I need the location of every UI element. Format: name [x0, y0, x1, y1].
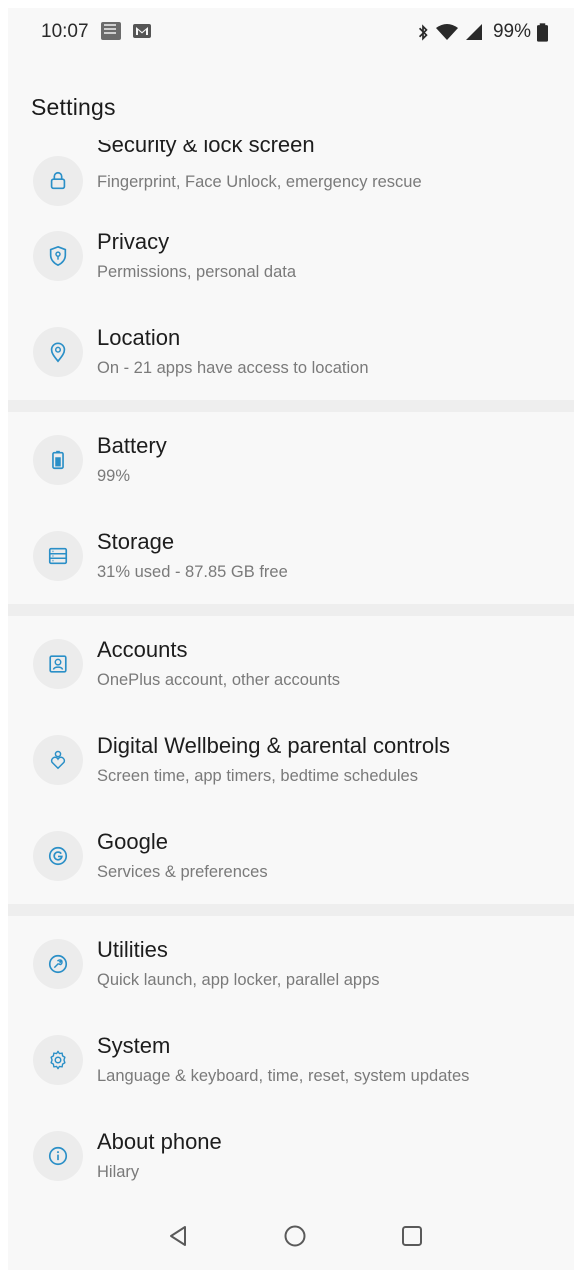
icon-container [33, 327, 83, 377]
section-divider [8, 604, 574, 616]
icon-container [33, 435, 83, 485]
item-subtitle: Services & preferences [97, 863, 268, 881]
settings-item-utilities[interactable]: Utilities Quick launch, app locker, para… [8, 916, 574, 1012]
storage-icon [48, 547, 68, 565]
item-subtitle: Quick launch, app locker, parallel apps [97, 971, 380, 989]
status-bar: 10:07 99% [8, 8, 574, 56]
item-subtitle: Fingerprint, Face Unlock, emergency resc… [97, 173, 422, 191]
cellular-signal-icon [465, 24, 482, 40]
utilities-icon [48, 954, 68, 974]
item-title: Storage [97, 529, 175, 554]
item-title: Google [97, 829, 168, 854]
item-subtitle: On - 21 apps have access to location [97, 359, 369, 377]
recent-apps-button-icon[interactable] [398, 1222, 426, 1250]
back-button-icon[interactable] [165, 1222, 193, 1250]
settings-item-location[interactable]: Location On - 21 apps have access to loc… [8, 304, 574, 400]
account-icon [49, 655, 67, 673]
icon-container [33, 1035, 83, 1085]
item-title: Location [97, 325, 181, 350]
battery-percentage: 99% [492, 21, 531, 42]
navigation-bar [8, 1206, 574, 1270]
status-indicators: 99% [417, 21, 548, 43]
item-subtitle: Permissions, personal data [97, 263, 297, 281]
item-title: Battery [97, 433, 167, 458]
settings-screen: 10:07 99% Settings Security & lock scree… [8, 8, 574, 1270]
item-title: System [97, 1033, 171, 1058]
item-subtitle: Hilary [97, 1163, 140, 1181]
weather-channel-notification-icon [101, 22, 121, 40]
shield-icon [49, 245, 67, 267]
page-title: Settings [31, 94, 116, 120]
info-icon [48, 1146, 68, 1166]
item-title: Accounts [97, 637, 188, 662]
icon-container [33, 1131, 83, 1181]
item-subtitle: OnePlus account, other accounts [97, 671, 341, 689]
settings-item-privacy[interactable]: Privacy Permissions, personal data [8, 208, 574, 304]
item-subtitle: Language & keyboard, time, reset, system… [97, 1067, 470, 1085]
section-divider [8, 400, 574, 412]
icon-container [33, 531, 83, 581]
lock-icon [50, 171, 66, 190]
google-icon [48, 846, 68, 866]
settings-item-google[interactable]: Google Services & preferences [8, 808, 574, 904]
icon-container [33, 831, 83, 881]
item-title: About phone [97, 1129, 222, 1154]
item-title: Digital Wellbeing & parental controls [97, 733, 450, 758]
settings-item-storage[interactable]: Storage 31% used - 87.85 GB free [8, 508, 574, 604]
battery-status-icon [537, 22, 548, 42]
item-title: Utilities [97, 937, 168, 962]
settings-item-security[interactable]: Security & lock screen Fingerprint, Face… [8, 140, 574, 208]
gear-icon [50, 1050, 66, 1070]
status-time: 10:07 [41, 21, 89, 42]
settings-item-accounts[interactable]: Accounts OnePlus account, other accounts [8, 616, 574, 712]
item-subtitle: 31% used - 87.85 GB free [97, 563, 288, 581]
item-title: Security & lock screen [97, 140, 315, 157]
bluetooth-icon [418, 23, 428, 41]
gmail-notification-icon [132, 22, 152, 40]
settings-item-about-phone[interactable]: About phone Hilary [8, 1108, 574, 1204]
icon-container [33, 735, 83, 785]
home-button-icon[interactable] [281, 1222, 309, 1250]
settings-item-battery[interactable]: Battery 99% [8, 412, 574, 508]
icon-container [33, 639, 83, 689]
battery-icon [52, 450, 64, 470]
item-title: Privacy [97, 229, 170, 254]
item-subtitle: Screen time, app timers, bedtime schedul… [97, 767, 418, 785]
item-subtitle: 99% [97, 467, 131, 485]
settings-item-system[interactable]: System Language & keyboard, time, reset,… [8, 1012, 574, 1108]
section-divider [8, 904, 574, 916]
wifi-icon [435, 24, 458, 40]
icon-container [33, 231, 83, 281]
location-pin-icon [50, 342, 66, 363]
wellbeing-icon [50, 750, 66, 770]
icon-container [33, 156, 83, 206]
settings-item-digital-wellbeing[interactable]: Digital Wellbeing & parental controls Sc… [8, 712, 574, 808]
icon-container [33, 939, 83, 989]
settings-list[interactable]: Security & lock screen Fingerprint, Face… [8, 140, 574, 1204]
